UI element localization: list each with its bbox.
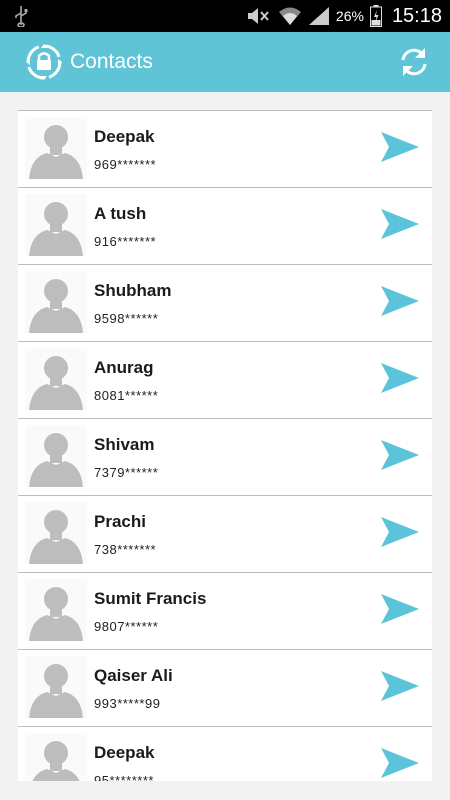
avatar-icon xyxy=(25,271,87,333)
avatar-icon xyxy=(25,117,87,179)
avatar-icon xyxy=(25,579,87,641)
status-bar: 26% 15:18 xyxy=(0,0,450,32)
contact-row[interactable]: Anurag 8081****** xyxy=(18,342,432,419)
contact-name: Qaiser Ali xyxy=(94,666,173,685)
avatar-icon xyxy=(25,733,87,781)
contact-name: A tush xyxy=(94,204,147,223)
refresh-icon[interactable] xyxy=(396,44,432,80)
contact-row[interactable]: Shivam 7379****** xyxy=(18,419,432,496)
usb-icon xyxy=(15,6,28,27)
contact-name: Prachi xyxy=(94,512,146,531)
contact-phone: 7379****** xyxy=(94,465,159,480)
avatar-icon xyxy=(25,194,87,256)
contact-phone: 738******* xyxy=(94,542,157,557)
contact-row[interactable]: Deepak 969******* xyxy=(18,111,432,188)
contact-phone: 95******** xyxy=(94,773,154,781)
contact-row[interactable]: Qaiser Ali 993*****99 xyxy=(18,650,432,727)
send-icon[interactable] xyxy=(380,593,420,625)
battery-icon xyxy=(369,5,382,27)
send-icon[interactable] xyxy=(380,362,420,394)
app-logo-icon xyxy=(26,44,62,80)
send-icon[interactable] xyxy=(380,285,420,317)
contact-phone: 993*****99 xyxy=(94,696,161,711)
send-icon[interactable] xyxy=(380,670,420,702)
contact-name: Shubham xyxy=(94,281,172,300)
contact-row[interactable]: Sumit Francis 9807****** xyxy=(18,573,432,650)
contact-name: Sumit Francis xyxy=(94,589,207,608)
send-icon[interactable] xyxy=(380,439,420,471)
contact-name: Deepak xyxy=(94,127,155,146)
contact-name: Deepak xyxy=(94,743,155,762)
wifi-icon xyxy=(278,7,301,25)
mute-icon xyxy=(247,8,269,24)
app-bar: Contacts xyxy=(0,32,450,92)
contact-row[interactable]: Prachi 738******* xyxy=(18,496,432,573)
contact-phone: 9807****** xyxy=(94,619,159,634)
send-icon[interactable] xyxy=(380,131,420,163)
contact-phone: 9598****** xyxy=(94,311,159,326)
contact-name: Shivam xyxy=(94,435,155,454)
send-icon[interactable] xyxy=(380,747,420,779)
avatar-icon xyxy=(25,502,87,564)
send-icon[interactable] xyxy=(380,208,420,240)
contact-row[interactable]: Shubham 9598****** xyxy=(18,265,432,342)
contact-phone: 969******* xyxy=(94,157,157,172)
page-title: Contacts xyxy=(70,50,153,73)
contact-phone: 916******* xyxy=(94,234,157,249)
send-icon[interactable] xyxy=(380,516,420,548)
contact-row[interactable]: Deepak 95******** xyxy=(18,727,432,781)
contact-list: Deepak 969******* A tush 916******* Shubham 9… xyxy=(18,110,432,781)
battery-percent: 26% xyxy=(335,8,364,24)
contact-name: Anurag xyxy=(94,358,154,377)
clock: 15:18 xyxy=(391,4,442,27)
avatar-icon xyxy=(25,425,87,487)
contact-phone: 8081****** xyxy=(94,388,159,403)
avatar-icon xyxy=(25,348,87,410)
contact-row[interactable]: A tush 916******* xyxy=(18,188,432,265)
avatar-icon xyxy=(25,656,87,718)
signal-icon xyxy=(308,7,329,25)
